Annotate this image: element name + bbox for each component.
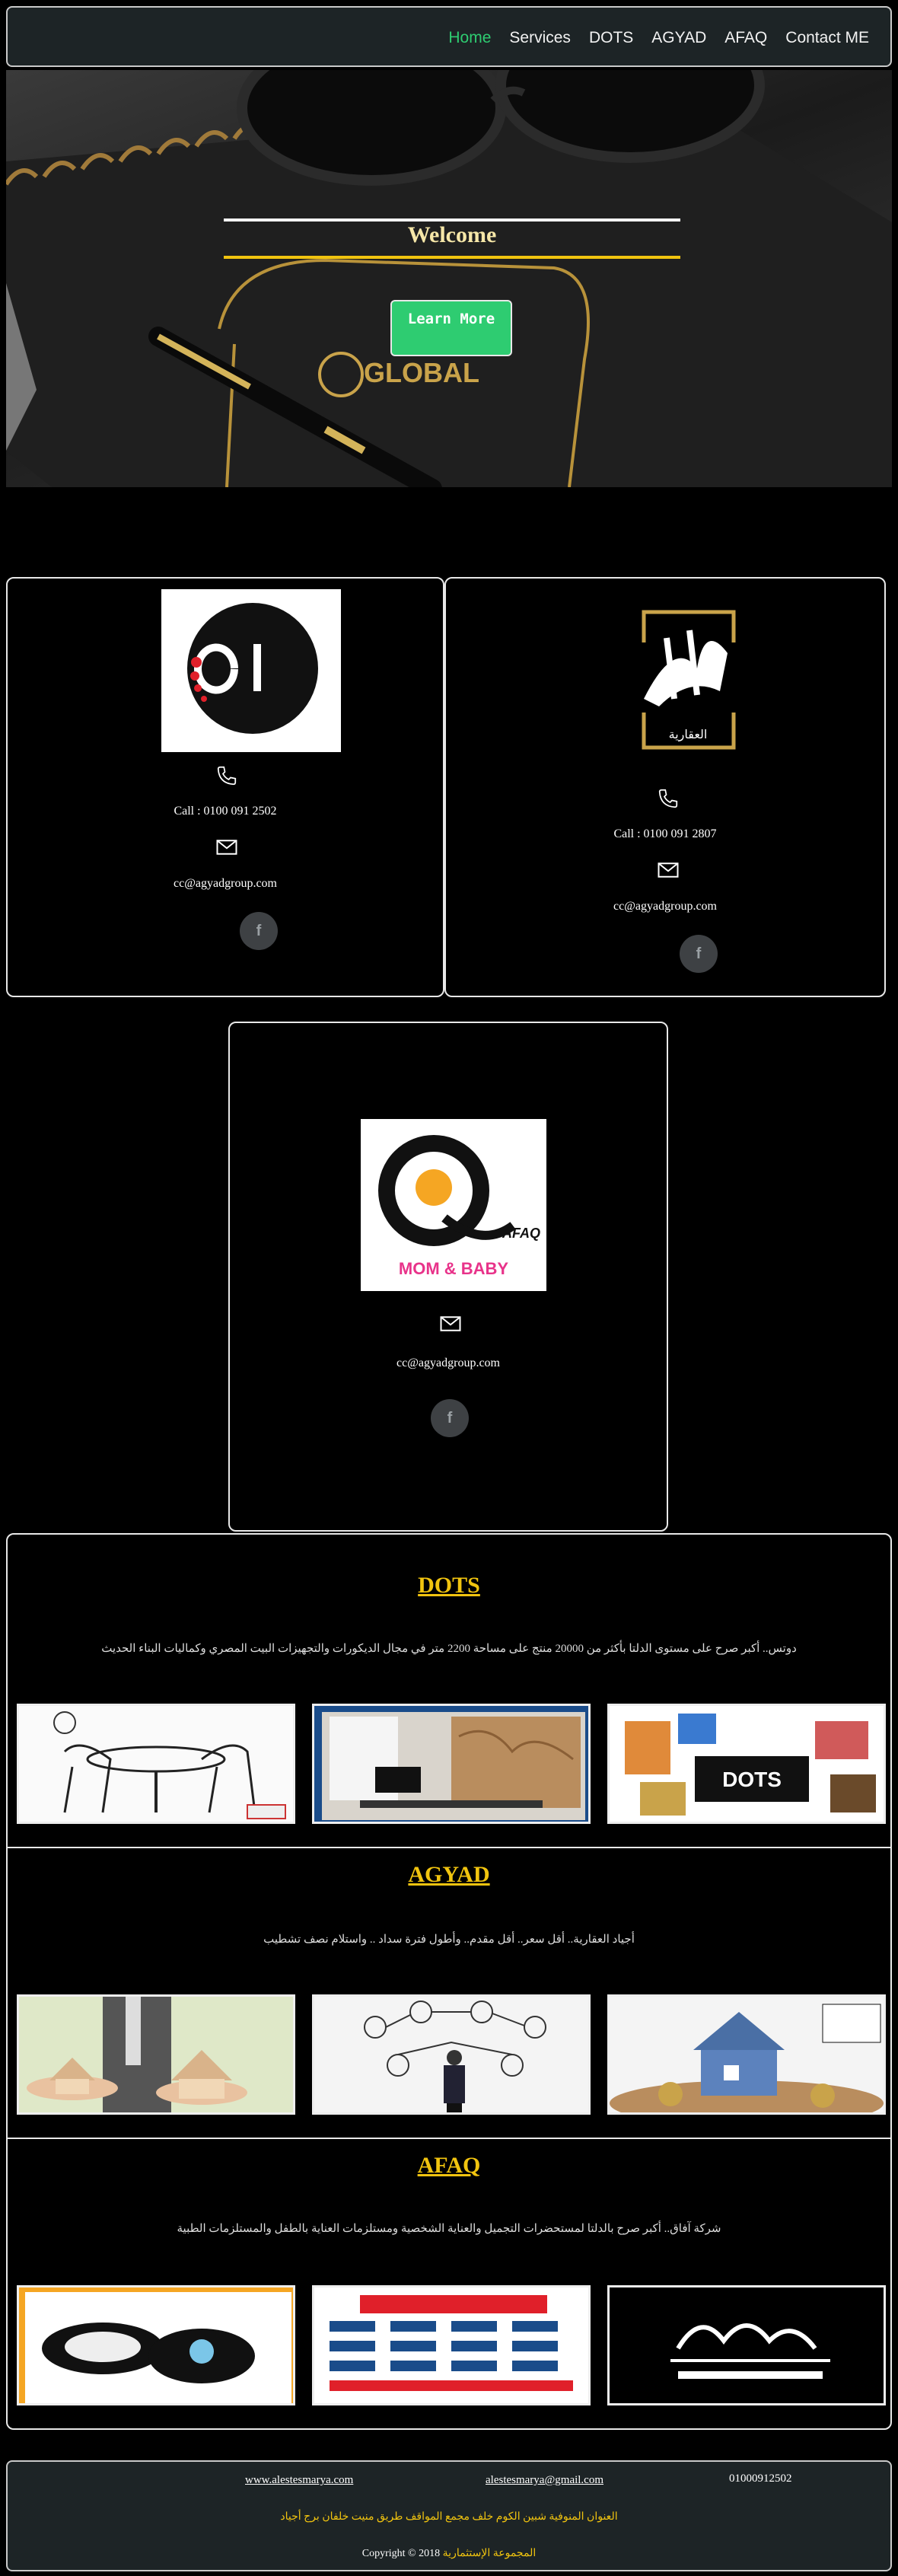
facebook-icon[interactable]: f — [680, 935, 718, 973]
svg-text:DOTS: DOTS — [722, 1768, 782, 1791]
nav-links: Home Services DOTS AGYAD AFAQ Contact ME — [448, 8, 869, 69]
dots-section-title: DOTS — [418, 1573, 480, 1598]
nav-contact[interactable]: Contact ME — [785, 29, 869, 47]
svg-text:GLOBAL: GLOBAL — [364, 357, 479, 388]
agyad-image-houses — [17, 1994, 295, 2115]
svg-text:MOM & BABY: MOM & BABY — [399, 1259, 509, 1278]
agyad-phone: Call : 0100 091 2807 — [613, 827, 717, 840]
footer: www.alestesmarya.com alestesmarya@gmail.… — [6, 2460, 892, 2571]
agyad-contact-card: العقارية Call : 0100 091 2807 cc@agyadgr… — [444, 577, 886, 997]
hero-background-image: GLOBAL — [6, 70, 892, 487]
dots-image-collage: DOTS — [607, 1704, 886, 1824]
afaq-contact-card: AFAQ MOM & BABY cc@agyadgroup.com f — [228, 1022, 668, 1532]
agyad-logo: العقارية — [635, 610, 741, 750]
dots-image-room — [312, 1704, 591, 1824]
facebook-icon[interactable]: f — [431, 1399, 469, 1437]
afaq-image-compact — [17, 2285, 295, 2405]
brands-sections: DOTS دوتس.. أكبر صرح على مستوى الدلتا بأ… — [6, 1533, 892, 2430]
footer-address: العنوان المنوفية شبين الكوم خلف مجمع الم… — [280, 2511, 618, 2523]
nav-dots[interactable]: DOTS — [589, 29, 633, 47]
afaq-section: AFAQ شركة آفاق.. أكبر صرح بالدلتا لمستحض… — [8, 2139, 890, 2430]
afaq-section-title: AFAQ — [417, 2153, 481, 2178]
dots-contact-card: Call : 0100 091 2502 cc@agyadgroup.com f — [6, 577, 444, 997]
dots-section: DOTS دوتس.. أكبر صرح على مستوى الدلتا بأ… — [8, 1535, 890, 1848]
dots-phone: Call : 0100 091 2502 — [174, 805, 277, 818]
svg-text:AFAQ: AFAQ — [502, 1226, 540, 1241]
navbar: Home Services DOTS AGYAD AFAQ Contact ME — [6, 6, 892, 67]
agyad-section-desc: أجياد العقارية.. أقل سعر.. أقل مقدم.. وأ… — [263, 1934, 635, 1946]
facebook-icon[interactable]: f — [240, 912, 278, 950]
copyright-text: Copyright © 2018 — [361, 2548, 441, 2559]
footer-phone: 01000912502 — [729, 2472, 792, 2485]
phone-icon — [658, 789, 678, 808]
mail-icon — [658, 862, 679, 878]
afaq-section-desc: شركة آفاق.. أكبر صرح بالدلتا لمستحضرات ا… — [177, 2223, 721, 2235]
agyad-image-network — [312, 1994, 591, 2115]
afaq-image-brands — [312, 2285, 591, 2405]
svg-text:العقارية: العقارية — [669, 727, 708, 742]
mail-icon — [216, 840, 237, 855]
footer-email[interactable]: alestesmarya@gmail.com — [486, 2474, 603, 2487]
nav-home[interactable]: Home — [448, 29, 491, 47]
footer-copyright: Copyright © 2018 المجموعة الإستثمارية — [8, 2547, 890, 2560]
copyright-brand: المجموعة الإستثمارية — [442, 2548, 537, 2559]
hero-title: Welcome — [407, 222, 497, 247]
agyad-email[interactable]: cc@agyadgroup.com — [446, 900, 884, 913]
hero-banner: GLOBAL Welcome Learn More — [6, 70, 892, 487]
phone-icon — [217, 766, 237, 786]
agyad-image-house-coins — [607, 1994, 886, 2115]
dots-email[interactable]: cc@agyadgroup.com — [8, 877, 443, 891]
dots-image-furniture — [17, 1704, 295, 1824]
footer-website[interactable]: www.alestesmarya.com — [245, 2474, 353, 2487]
hero-top-line — [224, 218, 680, 222]
afaq-email[interactable]: cc@agyadgroup.com — [230, 1357, 667, 1370]
agyad-section: AGYAD أجياد العقارية.. أقل سعر.. أقل مقد… — [8, 1848, 890, 2139]
dots-logo — [161, 589, 341, 752]
afaq-image-store — [607, 2285, 886, 2405]
dots-section-desc: دوتس.. أكبر صرح على مستوى الدلتا بأكثر م… — [101, 1643, 797, 1655]
nav-services[interactable]: Services — [509, 29, 571, 47]
agyad-section-title: AGYAD — [408, 1862, 490, 1887]
nav-afaq[interactable]: AFAQ — [724, 29, 767, 47]
hero-bottom-line — [224, 256, 680, 259]
mail-icon — [440, 1316, 461, 1331]
learn-more-button[interactable]: Learn More — [390, 300, 512, 356]
nav-agyad[interactable]: AGYAD — [651, 29, 706, 47]
afaq-logo: AFAQ MOM & BABY — [361, 1119, 546, 1291]
